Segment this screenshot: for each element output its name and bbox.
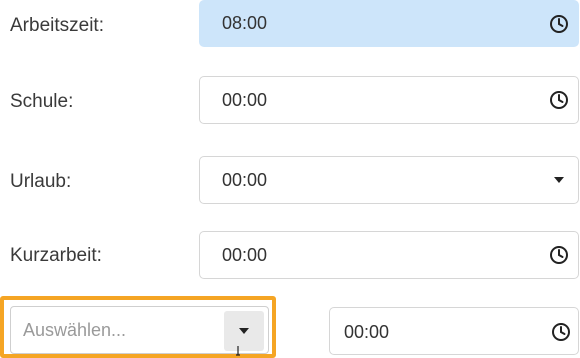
kurzarbeit-time-field[interactable]: 00:00	[199, 231, 579, 279]
extra-time-field[interactable]: 00:00	[329, 307, 579, 355]
chevron-down-icon	[239, 328, 249, 334]
extra-time-value: 00:00	[344, 322, 390, 342]
text-cursor-icon	[236, 346, 240, 356]
label-schule: Schule:	[10, 91, 74, 112]
label-arbeitszeit: Arbeitszeit:	[10, 15, 104, 36]
schule-time-field[interactable]: 00:00	[199, 76, 579, 124]
kurzarbeit-value: 00:00	[222, 244, 268, 265]
arbeitszeit-value: 08:00	[222, 13, 268, 33]
clock-icon[interactable]	[548, 13, 570, 35]
select-dropdown-button[interactable]	[224, 311, 264, 351]
category-select[interactable]: Auswählen...	[10, 306, 269, 354]
clock-icon[interactable]	[548, 89, 570, 111]
label-urlaub: Urlaub:	[10, 171, 72, 192]
clock-icon[interactable]	[550, 321, 572, 343]
label-kurzarbeit: Kurzarbeit:	[10, 245, 102, 266]
clock-icon[interactable]	[548, 244, 570, 266]
schule-value: 00:00	[222, 89, 268, 110]
chevron-down-icon[interactable]	[548, 169, 570, 191]
select-placeholder: Auswählen...	[23, 320, 127, 340]
urlaub-dropdown[interactable]: 00:00	[199, 156, 579, 204]
arbeitszeit-time-field[interactable]: 08:00	[199, 0, 579, 47]
urlaub-value: 00:00	[222, 169, 268, 190]
